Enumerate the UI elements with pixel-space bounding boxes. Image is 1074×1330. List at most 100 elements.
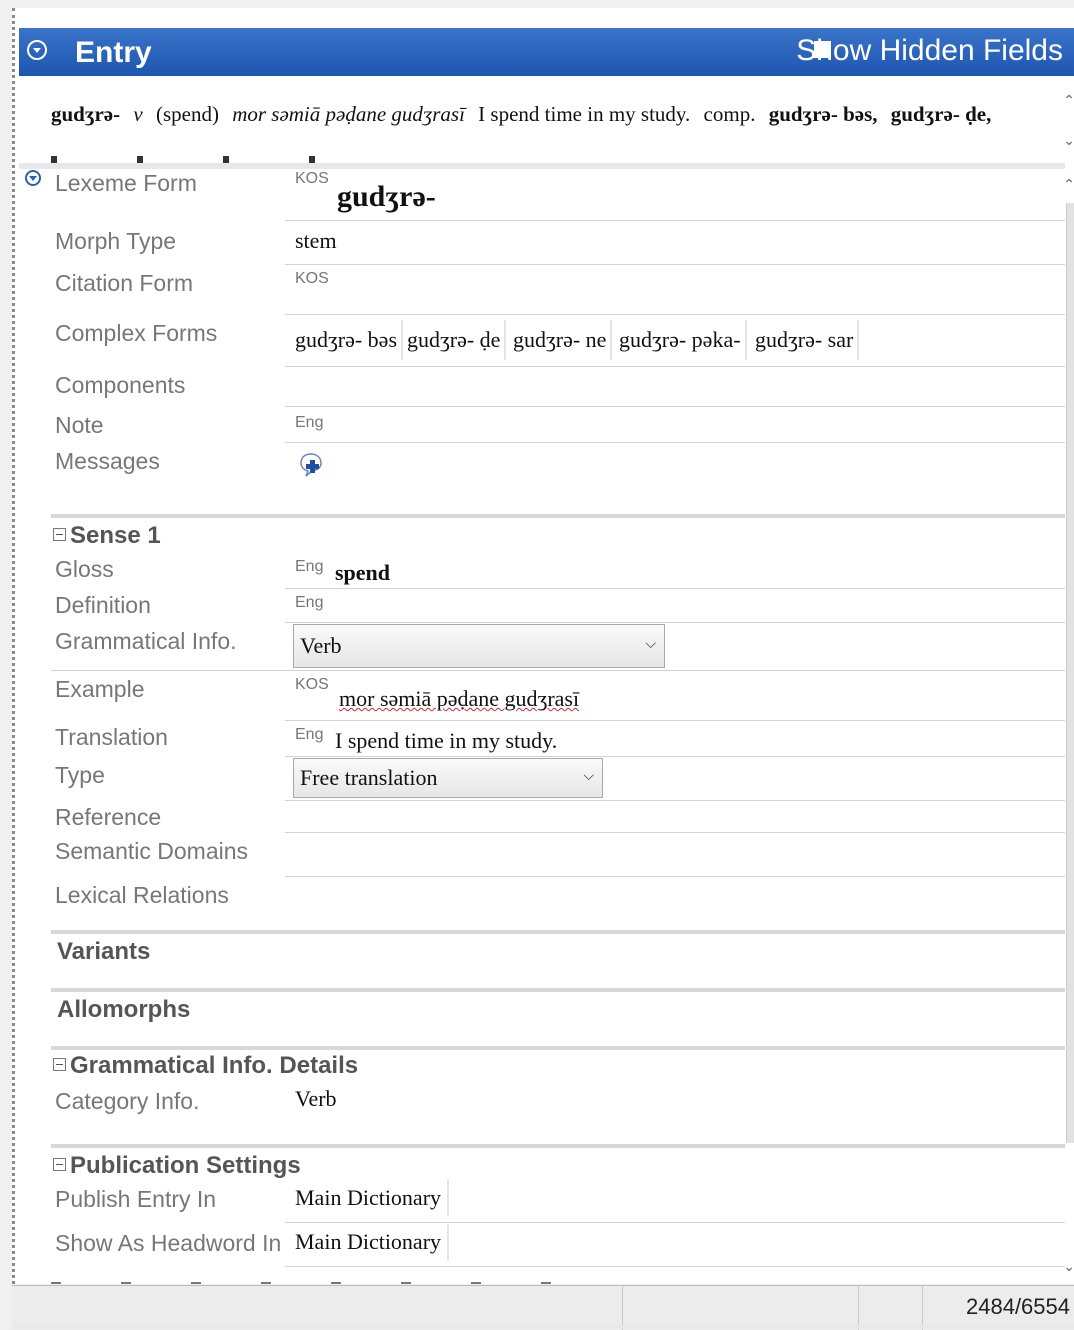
gloss-label: Gloss bbox=[55, 556, 114, 582]
variants-header[interactable]: Variants bbox=[57, 938, 150, 966]
example-text: mor səmiā pəḍane gudʒrasī bbox=[339, 686, 580, 711]
example-ws: KOS bbox=[295, 676, 329, 693]
gloss-value[interactable]: spend bbox=[335, 560, 390, 586]
divider bbox=[285, 588, 1065, 589]
sense-section-bar bbox=[51, 514, 1065, 518]
morph-type-label: Morph Type bbox=[55, 228, 177, 254]
sense-title: Sense 1 bbox=[70, 522, 161, 549]
entry-header: Entry Show Hidden Fields bbox=[19, 28, 1074, 76]
divider bbox=[285, 756, 1065, 757]
divider bbox=[285, 1222, 1065, 1223]
translation-type-value: Free translation bbox=[300, 765, 438, 790]
chevron-down-icon: ⌵ bbox=[583, 769, 594, 784]
show-as-headword-in-value[interactable]: Main Dictionary bbox=[295, 1224, 450, 1260]
example-label: Example bbox=[55, 676, 145, 702]
publish-entry-in-value[interactable]: Main Dictionary bbox=[295, 1180, 450, 1216]
collapse-fields-icon[interactable] bbox=[25, 170, 41, 186]
messages-label: Messages bbox=[55, 448, 160, 474]
gram-details-title: Grammatical Info. Details bbox=[70, 1052, 359, 1079]
example-value[interactable]: mor səmiā pəḍane gudʒrasī bbox=[339, 686, 579, 712]
entry-title: Entry bbox=[75, 36, 152, 69]
status-divider bbox=[622, 1286, 623, 1330]
gloss-ws: Eng bbox=[295, 558, 324, 575]
preview-overflow-line bbox=[51, 146, 1061, 164]
divider bbox=[285, 314, 1065, 315]
divider bbox=[285, 442, 1065, 443]
collapse-gram-details-icon[interactable] bbox=[53, 1058, 66, 1072]
morph-type-value[interactable]: stem bbox=[295, 228, 337, 254]
show-as-headword-in-label: Show As Headword In bbox=[55, 1230, 282, 1256]
divider bbox=[285, 264, 1065, 265]
reference-label: Reference bbox=[55, 804, 162, 830]
gram-details-header[interactable]: Grammatical Info. Details bbox=[53, 1052, 358, 1080]
allomorphs-header[interactable]: Allomorphs bbox=[57, 996, 190, 1024]
chevron-down-icon: ⌵ bbox=[645, 637, 656, 652]
status-divider bbox=[922, 1286, 923, 1330]
preview-comp-2: gudʒrə- ḍe, bbox=[890, 102, 992, 126]
note-label: Note bbox=[55, 412, 104, 438]
translation-type-select[interactable]: Free translation ⌵ bbox=[293, 758, 603, 798]
publish-entry-in-label: Publish Entry In bbox=[55, 1186, 217, 1212]
divider bbox=[285, 220, 1065, 221]
lexeme-form-value[interactable]: gudʒrə- bbox=[337, 180, 436, 214]
grammatical-info-select[interactable]: Verb ⌵ bbox=[293, 624, 665, 668]
citation-form-label: Citation Form bbox=[55, 270, 194, 296]
definition-ws: Eng bbox=[295, 594, 324, 611]
scrollbar-thumb[interactable] bbox=[1066, 203, 1074, 1143]
citation-form-ws: KOS bbox=[295, 270, 329, 287]
gram-details-section-bar bbox=[51, 1046, 1065, 1050]
preview-comp-label: comp. bbox=[703, 102, 756, 126]
category-info-value[interactable]: Verb bbox=[295, 1086, 337, 1112]
definition-label: Definition bbox=[55, 592, 151, 618]
grammatical-info-label: Grammatical Info. bbox=[55, 628, 237, 654]
add-message-icon[interactable] bbox=[299, 452, 323, 478]
entry-pane: Entry Show Hidden Fields gudʒrə- v (spen… bbox=[12, 8, 1074, 1284]
category-info-label: Category Info. bbox=[55, 1088, 200, 1114]
sense-header[interactable]: Sense 1 bbox=[53, 522, 161, 550]
semantic-domains-label: Semantic Domains bbox=[55, 838, 249, 864]
divider bbox=[285, 366, 1065, 367]
complex-form-item[interactable]: gudʒrə- pəka- bbox=[615, 320, 747, 360]
preview-separator bbox=[19, 163, 1065, 169]
divider bbox=[285, 876, 1065, 877]
status-bar: 2484/6554 bbox=[12, 1285, 1074, 1330]
divider bbox=[285, 832, 1065, 833]
collapse-entry-icon[interactable] bbox=[27, 40, 47, 60]
divider bbox=[285, 622, 1065, 623]
divider bbox=[285, 1266, 1065, 1267]
publication-header[interactable]: Publication Settings bbox=[53, 1152, 301, 1180]
variants-section-bar bbox=[51, 930, 1065, 934]
clipped-next-row bbox=[51, 1273, 1061, 1284]
complex-form-item[interactable]: gudʒrə- ne bbox=[509, 320, 613, 360]
lexeme-form-label: Lexeme Form bbox=[55, 170, 197, 196]
preview-scroll-up-icon[interactable]: ⌃ bbox=[1063, 92, 1074, 109]
complex-form-item[interactable]: gudʒrə- bəs bbox=[291, 320, 404, 360]
collapse-publication-icon[interactable] bbox=[53, 1158, 66, 1172]
note-ws: Eng bbox=[295, 414, 324, 431]
allomorphs-section-bar bbox=[51, 988, 1065, 992]
grammatical-info-value: Verb bbox=[300, 633, 342, 658]
preview-pos: v bbox=[133, 102, 143, 126]
translation-value[interactable]: I spend time in my study. bbox=[335, 728, 557, 754]
components-label: Components bbox=[55, 372, 186, 398]
publication-title: Publication Settings bbox=[70, 1152, 301, 1179]
divider bbox=[285, 720, 1065, 721]
complex-form-item[interactable]: gudʒrə- ḍe bbox=[403, 320, 507, 360]
complex-form-item[interactable]: gudʒrə- sar bbox=[751, 320, 860, 360]
translation-ws: Eng bbox=[295, 726, 324, 743]
lexical-relations-label: Lexical Relations bbox=[55, 882, 229, 908]
divider bbox=[285, 800, 1065, 801]
bottom-edge bbox=[12, 1325, 1074, 1329]
show-hidden-fields-label[interactable]: Show Hidden Fields bbox=[796, 34, 1063, 68]
preview-scroll-down-icon[interactable]: ⌄ bbox=[1063, 132, 1074, 149]
scroll-up-icon[interactable]: ⌃ bbox=[1063, 176, 1074, 193]
collapse-sense-icon[interactable] bbox=[53, 528, 66, 542]
complex-forms-label: Complex Forms bbox=[55, 320, 218, 346]
divider bbox=[285, 406, 1065, 407]
translation-type-label: Type bbox=[55, 762, 105, 788]
complex-forms-list: gudʒrə- bəs gudʒrə- ḍe gudʒrə- ne gudʒrə… bbox=[291, 320, 891, 360]
divider bbox=[51, 670, 1065, 671]
status-divider bbox=[858, 1286, 859, 1330]
preview-gloss: (spend) bbox=[155, 102, 219, 126]
publication-section-bar bbox=[51, 1144, 1065, 1148]
